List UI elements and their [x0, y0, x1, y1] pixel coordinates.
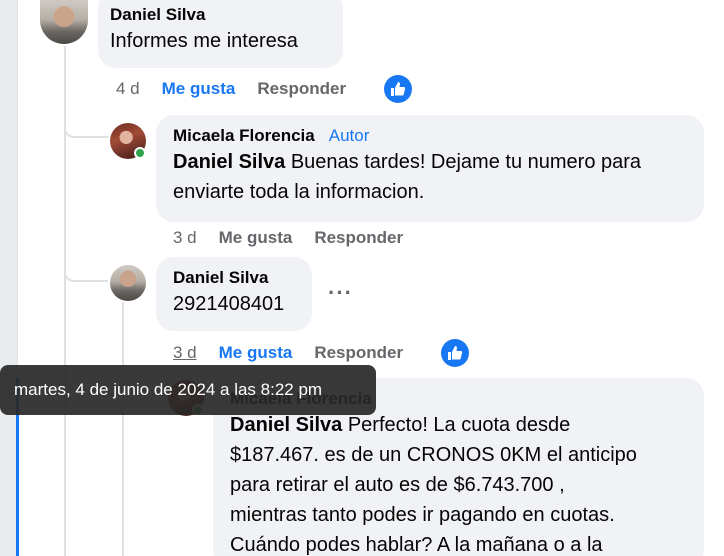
thumbs-up-icon [448, 346, 463, 360]
mention-link[interactable]: Daniel Silva [173, 151, 285, 173]
author-name[interactable]: Micaela Florencia [173, 126, 315, 145]
timestamp-tooltip: martes, 4 de junio de 2024 a las 8:22 pm [0, 365, 376, 415]
thread-connector [64, 266, 108, 282]
comment-text: Daniel Silva Buenas tardes! Dejame tu nu… [173, 147, 687, 207]
avatar[interactable] [40, 0, 88, 44]
like-button[interactable]: Me gusta [162, 79, 236, 99]
reply-button[interactable]: Responder [257, 79, 346, 99]
comment-bubble: Daniel Silva Informes me interesa [98, 0, 343, 68]
comment-body: Perfecto! La cuota desde [342, 414, 571, 436]
comment-author[interactable]: Daniel Silva [110, 4, 331, 26]
comment-actions: 4 d Me gusta Responder [116, 79, 346, 99]
more-options-button[interactable]: ··· [328, 280, 353, 306]
comment-line: Cuándo podes hablar? A la mañana o a la [230, 534, 603, 556]
comment-author: Micaela Florencia Autor [173, 125, 687, 147]
like-reaction-badge[interactable] [441, 339, 469, 367]
comment-time[interactable]: 3 d [173, 343, 197, 363]
comment-bubble: Daniel Silva 2921408401 [156, 257, 312, 331]
comment-line: $187.467. es de un CRONOS 0KM el anticip… [230, 444, 637, 466]
reply-button[interactable]: Responder [314, 343, 403, 363]
comment-actions: 3 d Me gusta Responder [173, 343, 403, 363]
comment-bubble: Micaela Florencia Autor Daniel Silva Buen… [156, 115, 704, 222]
avatar[interactable] [110, 265, 146, 301]
mention-link[interactable]: Daniel Silva [230, 414, 342, 436]
comment-time[interactable]: 3 d [173, 228, 197, 248]
author-badge: Autor [328, 126, 370, 145]
comment-line: mientras tanto podes ir pagando en cuota… [230, 504, 615, 526]
tooltip-text: martes, 4 de junio de 2024 a las 8:22 pm [14, 380, 323, 399]
comment-text: 2921408401 [173, 293, 285, 315]
comment-line: para retirar el auto es de $6.743.700 , [230, 474, 565, 496]
thread-connector [64, 122, 108, 138]
comment-text: Informes me interesa [110, 30, 298, 52]
like-button[interactable]: Me gusta [219, 343, 293, 363]
comment-actions: 3 d Me gusta Responder [173, 228, 403, 248]
comment-author[interactable]: Daniel Silva [173, 267, 295, 289]
like-reaction-badge[interactable] [384, 75, 412, 103]
thumbs-up-icon [391, 82, 406, 96]
comment-time[interactable]: 4 d [116, 79, 140, 99]
reply-button[interactable]: Responder [314, 228, 403, 248]
thread-line-reply [122, 302, 124, 556]
comment-text: Daniel Silva Perfecto! La cuota desde $1… [230, 410, 687, 556]
like-button[interactable]: Me gusta [219, 228, 293, 248]
online-status-indicator [134, 147, 146, 159]
